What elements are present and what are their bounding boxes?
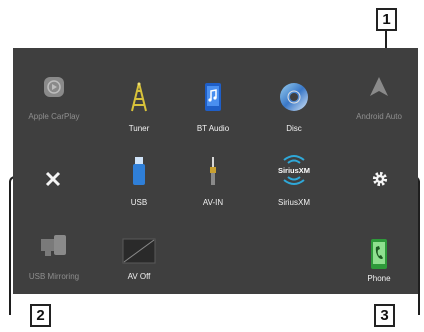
source-label: Apple CarPlay — [28, 112, 80, 121]
source-label: Tuner — [128, 124, 150, 133]
source-bt-audio[interactable]: BT Audio — [174, 76, 252, 138]
android-auto-icon — [369, 76, 389, 98]
source-tuner[interactable]: Tuner — [100, 76, 178, 138]
source-label: Disc — [286, 124, 302, 133]
source-label: USB Mirroring — [28, 272, 80, 281]
source-label: Android Auto — [356, 112, 402, 121]
callout-3: 3 — [374, 304, 395, 327]
source-siriusxm[interactable]: SiriusXM SiriusXM — [255, 150, 333, 212]
siriusxm-logo-text: SiriusXM — [278, 166, 310, 175]
source-apple-carplay[interactable]: Apple CarPlay — [15, 70, 93, 132]
source-label: AV-IN — [202, 198, 224, 207]
av-in-icon — [208, 156, 218, 186]
close-icon — [38, 164, 68, 194]
callout-1: 1 — [376, 8, 397, 31]
source-android-auto[interactable]: Android Auto — [340, 70, 418, 132]
usb-icon — [132, 156, 146, 186]
tuner-antenna-icon — [129, 82, 149, 112]
apple-carplay-icon — [43, 76, 65, 98]
source-usb-mirroring[interactable]: USB Mirroring — [15, 228, 93, 290]
siriusxm-icon: SiriusXM — [276, 154, 312, 186]
source-label: BT Audio — [196, 124, 230, 133]
source-label: Phone — [367, 274, 391, 283]
close-button[interactable] — [38, 164, 68, 194]
bt-audio-icon — [204, 82, 222, 112]
source-phone[interactable]: Phone — [340, 232, 418, 294]
source-usb[interactable]: USB — [100, 150, 178, 212]
source-av-off[interactable]: AV Off — [100, 232, 178, 294]
phone-icon — [370, 238, 388, 270]
source-disc[interactable]: Disc — [255, 76, 333, 138]
usb-mirroring-icon — [40, 234, 68, 258]
disc-icon — [279, 82, 309, 112]
source-av-in[interactable]: AV-IN — [174, 150, 252, 212]
settings-button[interactable] — [365, 164, 395, 194]
source-label: AV Off — [127, 272, 151, 281]
gear-icon — [365, 164, 395, 194]
callout-2: 2 — [30, 304, 51, 327]
source-label: USB — [130, 198, 148, 207]
source-label: SiriusXM — [277, 198, 310, 207]
av-off-icon — [122, 238, 156, 264]
